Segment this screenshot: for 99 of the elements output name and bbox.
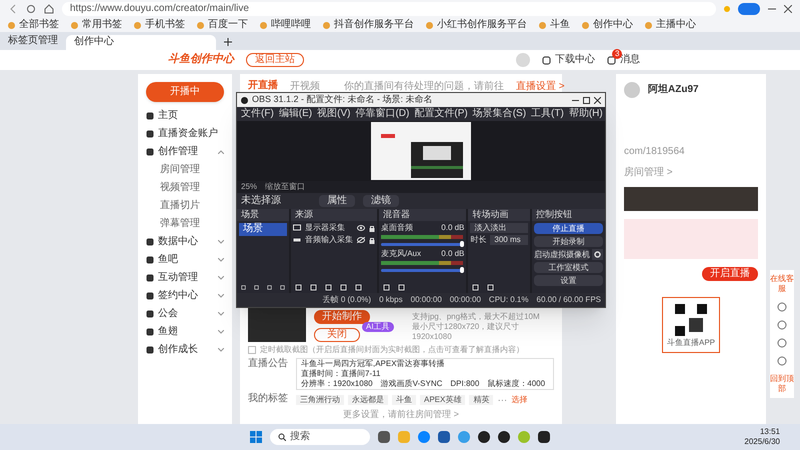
- channel-name: 麦克风/Aux: [381, 249, 422, 259]
- announcement-field[interactable]: 斗鱼斗一局四方冠军,APEX雷达赛事转播 直播时间：直播间7-11 分辨率：1920x1080 游戏画质V-SYNC DPI:800 鼠标速度：4000: [296, 358, 554, 390]
- transition-dropdown[interactable]: 淡入淡出: [470, 223, 528, 233]
- tab-manager-button[interactable]: 标签页管理: [8, 34, 58, 50]
- sidebar-subitem[interactable]: 直播切片: [160, 198, 200, 214]
- sidebar-subitem[interactable]: 房间管理: [160, 162, 200, 178]
- tag[interactable]: 精英: [469, 394, 494, 404]
- control-button[interactable]: 设置: [534, 275, 603, 286]
- sidebar-item[interactable]: 直播资金账户: [158, 128, 218, 140]
- sidebar-item[interactable]: 公会: [158, 308, 178, 320]
- tag[interactable]: 三角洲行动: [296, 394, 344, 404]
- bookmark[interactable]: 全部书签: [19, 18, 59, 32]
- qr-caption: 斗鱼直播APP: [666, 338, 715, 348]
- menu-item[interactable]: 工具(T): [531, 108, 564, 120]
- tag[interactable]: APEX英雄: [420, 394, 466, 404]
- source-item[interactable]: 显示器采集: [305, 223, 353, 233]
- sidebar-item[interactable]: 数据中心: [158, 236, 198, 248]
- go-live-button[interactable]: 开启直播: [702, 267, 758, 281]
- live-status-button[interactable]: 开播中: [146, 82, 224, 102]
- browser-tab[interactable]: 创作中心: [66, 35, 216, 50]
- bookmark[interactable]: 抖音创作服务平台: [334, 18, 414, 32]
- bookmark[interactable]: 手机书签: [145, 18, 185, 32]
- toolbar-button[interactable]: 滤镜: [363, 194, 399, 208]
- field-label: 我的标签: [248, 393, 288, 406]
- status-text: CPU: 0.1%: [488, 295, 528, 305]
- dock-title: 场景: [237, 209, 289, 221]
- username: 阿坦AZu97: [648, 84, 699, 96]
- checkbox-label: 定时截取截图（开启后直播间封面为实时截图，点击可查看了解直播内容）: [260, 345, 524, 356]
- bookmark[interactable]: 哔哩哔哩: [271, 18, 311, 32]
- duration-field[interactable]: 300 ms: [490, 235, 528, 245]
- header-link[interactable]: 下载中心: [555, 54, 595, 66]
- scene-item[interactable]: 场景: [239, 223, 287, 236]
- menu-item[interactable]: 配置文件(P): [414, 108, 468, 120]
- field-label: 直播公告: [248, 358, 288, 372]
- sidebar-item[interactable]: 签约中心: [158, 290, 198, 302]
- clock-time: 13:51: [760, 427, 780, 437]
- control-button[interactable]: 开始录制: [534, 236, 603, 247]
- close-cover-button[interactable]: 关闭: [314, 328, 360, 342]
- back-to-top-link[interactable]: 回到顶部: [770, 374, 794, 394]
- status-text: 00:00:00: [410, 295, 442, 305]
- zoom-level[interactable]: 25%: [241, 182, 258, 192]
- status-text: 60.00 / 60.00 FPS: [536, 295, 601, 305]
- sidebar-item[interactable]: 主页: [158, 110, 178, 122]
- status-text: 丢帧 0 (0.0%): [322, 295, 372, 305]
- site-logo[interactable]: 斗鱼创作中心: [168, 53, 234, 67]
- bookmark[interactable]: 主播中心: [656, 18, 696, 32]
- bookmark[interactable]: 百度一下: [208, 18, 248, 32]
- window-title: OBS 31.1.2 - 配置文件: 未命名 - 场景: 未命名: [252, 94, 434, 106]
- settings-link[interactable]: 直播设置 >: [516, 80, 565, 94]
- bookmark[interactable]: 斗鱼: [550, 18, 570, 32]
- status-text: 0 kbps: [379, 295, 403, 305]
- control-button[interactable]: 停止直播: [534, 223, 603, 234]
- bookmark[interactable]: 创作中心: [593, 18, 633, 32]
- sidebar-subitem[interactable]: 弹幕管理: [160, 216, 200, 232]
- tag[interactable]: 永远都是: [348, 394, 388, 404]
- bookmark[interactable]: 常用书签: [82, 18, 122, 32]
- cover-note: 支持jpg、png格式，最大不超过10M: [412, 312, 541, 322]
- dock-title: 控制按钮: [532, 209, 605, 221]
- search-field[interactable]: 搜索: [270, 429, 370, 445]
- toolbar-button[interactable]: 属性: [319, 194, 355, 208]
- channel-name: 桌面音频: [381, 223, 414, 233]
- menu-item[interactable]: 视图(V): [317, 108, 350, 120]
- header-link[interactable]: 消息: [620, 54, 640, 66]
- dock-title: 转场动画: [468, 209, 530, 221]
- sidebar-item[interactable]: 创作管理: [158, 146, 198, 158]
- control-button[interactable]: 启动虚拟摄像机: [534, 249, 590, 260]
- bookmark[interactable]: 小红书创作服务平台: [437, 18, 527, 32]
- cover-note: 最小尺寸1280x720，建议尺寸1920x1080: [412, 322, 520, 342]
- tag[interactable]: 斗鱼: [392, 394, 416, 404]
- sidebar-subitem[interactable]: 视频管理: [160, 180, 200, 196]
- source-item[interactable]: 音频输入采集: [305, 235, 353, 245]
- back-button[interactable]: 返回主站: [246, 53, 304, 67]
- source-status: 未选择源: [241, 194, 282, 208]
- menu-item[interactable]: 帮助(H): [568, 108, 603, 120]
- sidebar-item[interactable]: 鱼吧: [158, 254, 178, 266]
- menu-item[interactable]: 文件(F): [241, 108, 274, 120]
- dock-title: 来源: [291, 209, 377, 221]
- control-button[interactable]: 工作室模式: [534, 262, 603, 273]
- select-link[interactable]: 选择: [511, 394, 528, 404]
- ellipsis-text: …: [497, 393, 508, 406]
- dock-title: 混音器: [379, 209, 466, 221]
- sidebar-item[interactable]: 互动管理: [158, 272, 198, 284]
- address-bar[interactable]: https://www.douyu.com/creator/main/live: [62, 2, 716, 16]
- room-url: com/1819564: [624, 146, 685, 158]
- zoom-mode-dropdown[interactable]: 缩放至窗口: [265, 182, 306, 192]
- clock-date: 2025/6/30: [744, 437, 780, 447]
- field-label: 时长: [470, 235, 486, 245]
- channel-reading: 0.0 dB: [441, 223, 464, 233]
- channel-reading: 0.0 dB: [441, 249, 464, 259]
- notice-text: 你的直播间有待处理的问题，请前往: [344, 80, 504, 94]
- service-link[interactable]: 在线客服: [770, 274, 794, 294]
- status-text: 00:00:00: [450, 295, 481, 305]
- make-cover-button[interactable]: 开始制作: [314, 310, 370, 324]
- sidebar-item[interactable]: 鱼翅: [158, 326, 178, 338]
- menu-item[interactable]: 停靠窗口(D): [355, 108, 410, 120]
- badge: AI工具: [362, 322, 394, 332]
- menu-item[interactable]: 编辑(E): [278, 108, 312, 120]
- sidebar-item[interactable]: 创作成长: [158, 344, 198, 356]
- menu-item[interactable]: 场景集合(S): [472, 108, 526, 120]
